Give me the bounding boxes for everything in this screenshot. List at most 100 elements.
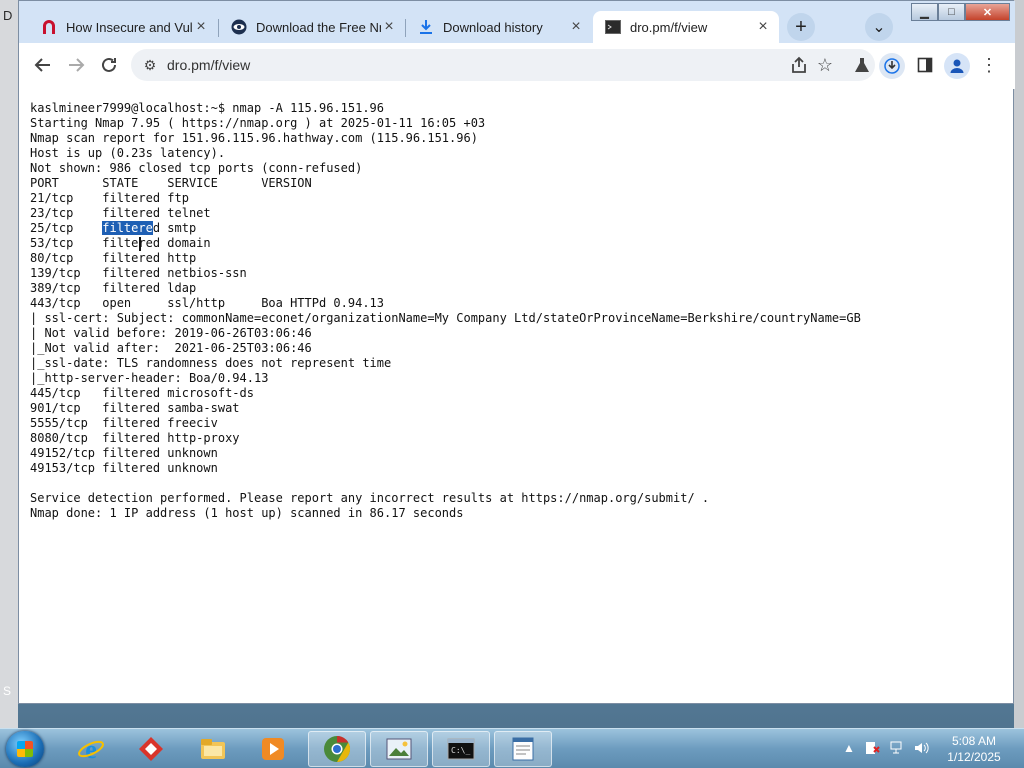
terminal-line: 445/tcp filtered microsoft-ds (30, 386, 254, 400)
profile-icon (950, 59, 964, 73)
image-viewer-icon (386, 738, 412, 760)
show-hidden-icons-button[interactable]: ▲ (842, 739, 856, 757)
terminal-line: Nmap scan report for 151.96.115.96.hathw… (30, 131, 478, 145)
chrome-icon (324, 735, 351, 763)
address-url: dro.pm/f/view (167, 57, 251, 73)
tab-title: Download history (443, 19, 543, 35)
background-window-edge-left: D (0, 0, 18, 728)
notepad-icon (512, 737, 534, 761)
site-info-icon[interactable]: ⚙ (141, 57, 159, 74)
terminal-line: PORT STATE SERVICE VERSION (30, 176, 312, 190)
tab-search-button[interactable]: ⌄ (865, 13, 893, 41)
terminal-line: 443/tcp open ssl/http Boa HTTPd 0.94.13 (30, 296, 385, 310)
bookmark-button[interactable]: ☆ (811, 51, 839, 79)
terminal-line: 8080/tcp filtered http-proxy (30, 431, 240, 445)
terminal-line: 5555/tcp filtered freeciv (30, 416, 218, 430)
taskbar-file-explorer[interactable] (184, 731, 242, 767)
network-icon[interactable] (888, 739, 908, 757)
nmap-eye-icon (231, 19, 247, 35)
terminal-line: |_http-server-header: Boa/0.94.13 (30, 371, 269, 385)
terminal-line: |_ssl-date: TLS randomness does not repr… (30, 356, 392, 370)
download-icon (418, 19, 434, 35)
share-button[interactable] (785, 51, 813, 79)
action-center-icon[interactable] (862, 739, 882, 757)
volume-icon[interactable] (912, 739, 932, 757)
maximize-button[interactable]: □ (938, 3, 965, 21)
terminal-favicon-icon (605, 19, 621, 35)
forward-button[interactable] (62, 51, 90, 79)
side-panel-button[interactable] (911, 51, 939, 79)
clock-date: 1/12/2025 (947, 750, 1001, 764)
taskbar: e C:\_ ▲ 5:08 AM 1/12/2025 (0, 728, 1024, 768)
reload-button[interactable] (95, 51, 123, 79)
download-circle-icon (884, 58, 900, 74)
tab-title: How Insecure and Vuln (66, 19, 193, 35)
side-panel-icon (917, 57, 933, 73)
netsparker-n-icon (41, 19, 57, 35)
desktop-partial-label: S (3, 684, 12, 698)
taskbar-media-player[interactable] (244, 731, 302, 767)
tab-close-icon[interactable]: × (755, 19, 771, 35)
terminal-line: 139/tcp filtered netbios-ssn (30, 266, 247, 280)
flask-icon (855, 58, 869, 72)
taskbar-chrome[interactable] (308, 731, 366, 767)
terminal-line: 901/tcp filtered samba-swat (30, 401, 240, 415)
back-button[interactable] (29, 51, 57, 79)
taskbar-notepad[interactable] (494, 731, 552, 767)
terminal-line: Service detection performed. Please repo… (30, 491, 710, 505)
selected-text: filtere (102, 221, 153, 235)
command-prompt-icon: C:\_ (447, 738, 475, 760)
tab-dro-pm-view[interactable]: dro.pm/f/view × (593, 11, 779, 43)
terminal-line: | ssl-cert: Subject: commonName=econet/o… (30, 311, 861, 325)
taskbar-internet-explorer[interactable]: e (62, 731, 120, 767)
start-button[interactable] (6, 731, 44, 767)
tab-close-icon[interactable]: × (381, 19, 397, 35)
terminal-line: | Not valid before: 2019-06-26T03:06:46 (30, 326, 312, 340)
tab-how-insecure[interactable]: How Insecure and Vuln × (29, 11, 217, 43)
terminal-line: 80/tcp filtered http (30, 251, 197, 265)
terminal-line: 389/tcp filtered ldap (30, 281, 197, 295)
profile-button[interactable] (944, 53, 970, 79)
text-cursor (139, 237, 141, 251)
system-clock[interactable]: 5:08 AM 1/12/2025 (936, 733, 1012, 767)
page-content: kaslmineer7999@localhost:~$ nmap -A 115.… (19, 89, 1013, 703)
reload-icon (102, 57, 116, 72)
star-icon: ☆ (816, 54, 834, 75)
terminal-line: |_Not valid after: 2021-06-25T03:06:46 (30, 341, 312, 355)
terminal-line: 21/tcp filtered ftp (30, 191, 189, 205)
arrow-right-icon (69, 58, 85, 72)
close-window-button[interactable]: ✕ (965, 3, 1010, 21)
internet-explorer-icon: e (78, 735, 104, 764)
menu-button[interactable]: ⋮ (975, 51, 1003, 79)
terminal-line: Not shown: 986 closed tcp ports (conn-re… (30, 161, 363, 175)
svg-text:C:\_: C:\_ (451, 746, 470, 755)
new-tab-button[interactable]: + (787, 13, 815, 41)
tab-close-icon[interactable]: × (568, 19, 584, 35)
taskbar-gitkraken[interactable] (122, 731, 180, 767)
tab-download-history[interactable]: Download history × (406, 11, 592, 43)
taskbar-image-viewer[interactable] (370, 731, 428, 767)
terminal-line: 49152/tcp filtered unknown (30, 446, 218, 460)
tab-title: Download the Free Nm (256, 19, 381, 35)
clock-time: 5:08 AM (951, 734, 997, 748)
tab-close-icon[interactable]: × (193, 19, 209, 35)
terminal-line-text: d smtp (152, 221, 197, 235)
file-explorer-icon (201, 739, 225, 759)
browser-toolbar: ⚙ dro.pm/f/view ☆ ⋮ (19, 43, 1015, 89)
tab-title: dro.pm/f/view (630, 19, 708, 35)
terminal-line: Host is up (0.23s latency). (30, 146, 226, 160)
tab-download-nmap[interactable]: Download the Free Nm × (219, 11, 405, 43)
minimize-button[interactable]: ▁ (911, 3, 938, 21)
share-icon (792, 56, 806, 73)
plus-icon: + (795, 15, 807, 38)
terminal-output: kaslmineer7999@localhost:~$ nmap -A 115.… (30, 101, 990, 521)
terminal-line: Starting Nmap 7.95 ( https://nmap.org ) … (30, 116, 486, 130)
labs-button[interactable] (848, 51, 876, 79)
svg-text:e: e (85, 735, 97, 764)
address-bar[interactable]: ⚙ dro.pm/f/view (131, 49, 875, 81)
terminal-line-text: 25/tcp (30, 221, 103, 235)
downloads-button[interactable] (879, 53, 905, 79)
taskbar-command-prompt[interactable]: C:\_ (432, 731, 490, 767)
kebab-menu-icon: ⋮ (980, 54, 998, 75)
terminal-line: kaslmineer7999@localhost:~$ nmap -A 115.… (30, 101, 385, 115)
